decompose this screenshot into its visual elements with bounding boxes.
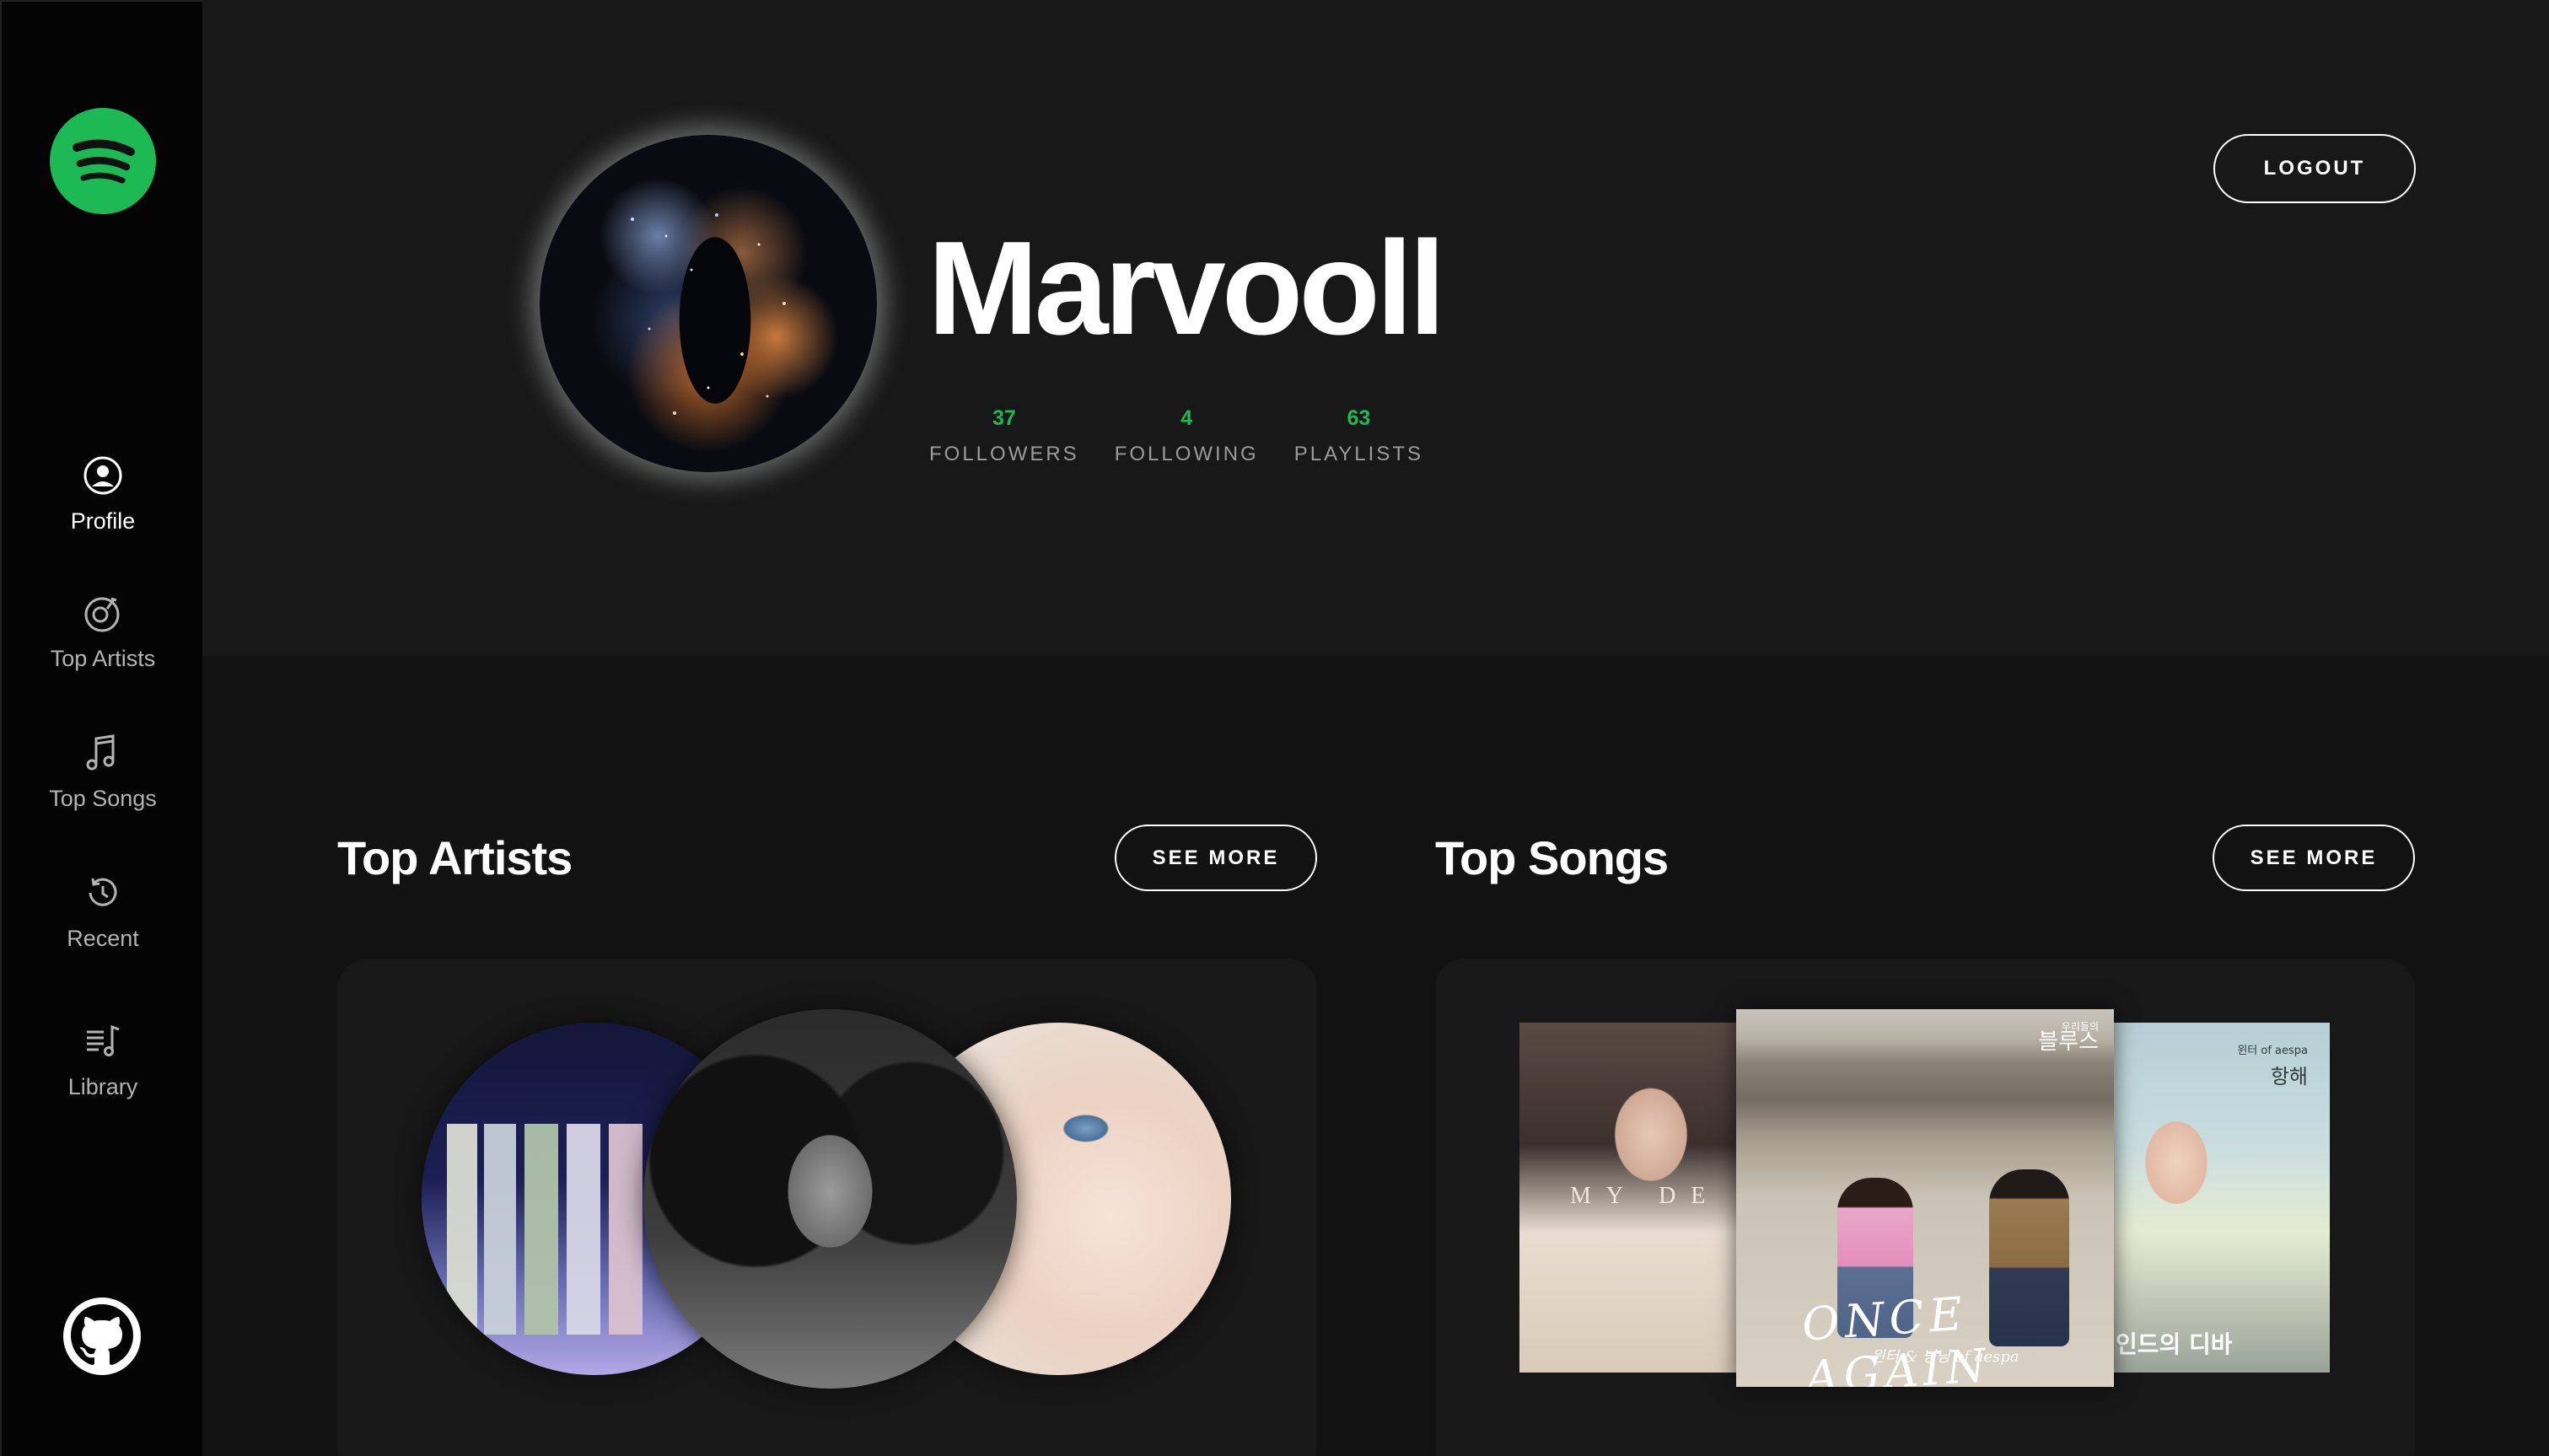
stat-playlists: 63 PLAYLISTS (1294, 406, 1423, 466)
sidebar-item-top-songs[interactable]: Top Songs (2, 732, 204, 812)
sidebar-item-label: Library (67, 1074, 138, 1099)
logout-button[interactable]: LOGOUT (2213, 134, 2416, 203)
profile-display-name: Marvooll (928, 214, 1446, 363)
sidebar-item-recent[interactable]: Recent (2, 872, 204, 952)
cover-header: 블루스 (2038, 1029, 2099, 1055)
app-root: Profile Top Artists Top Songs Recent Lib… (0, 0, 2549, 1456)
stat-value: 4 (1180, 406, 1193, 430)
music-note-icon (82, 732, 124, 774)
sidebar-item-library[interactable]: Library (2, 1020, 204, 1100)
microphone-icon (82, 592, 124, 634)
cover-subtitle: 윈터 & 닝닝 of aespa (1871, 1348, 2019, 1366)
artist-group-figures (447, 1124, 666, 1335)
history-icon (82, 872, 124, 914)
stat-following: 4 FOLLOWING (1115, 406, 1259, 466)
stat-label: PLAYLISTS (1293, 443, 1423, 465)
sidebar-item-top-artists[interactable]: Top Artists (2, 592, 204, 672)
cover-bottom-text: 인드의 디바 (2116, 1330, 2233, 1358)
sidebar-item-profile[interactable]: Profile (2, 454, 204, 535)
sidebar: Profile Top Artists Top Songs Recent Lib… (0, 0, 202, 1456)
song-cover[interactable]: 윈터 of aespa 항해 인드의 디바 (2111, 1023, 2330, 1373)
profile-header: Marvooll 37 FOLLOWERS 4 FOLLOWING 63 PLA… (202, 0, 2549, 656)
song-cover[interactable]: 우리들의 블루스 ONCE AGAIN 윈터 & 닝닝 of aespa (1736, 1009, 2114, 1387)
cover-tag: 윈터 of aespa (2237, 1045, 2308, 1057)
cover-tag-title: 항해 (2270, 1065, 2308, 1088)
library-icon (82, 1020, 124, 1062)
sidebar-item-label: Top Artists (50, 646, 156, 671)
top-artists-title: Top Artists (337, 831, 573, 884)
top-songs-title: Top Songs (1435, 831, 1669, 884)
top-songs-see-more-button[interactable]: SEE MORE (2213, 825, 2415, 891)
stat-value: 63 (1347, 406, 1371, 430)
top-artists-see-more-button[interactable]: SEE MORE (1115, 825, 1317, 891)
stat-value: 37 (992, 406, 1016, 430)
song-cover[interactable]: MY DE (1519, 1023, 1739, 1373)
stat-label: FOLLOWERS (929, 443, 1079, 465)
stat-followers: 37 FOLLOWERS (929, 406, 1079, 466)
avatar (540, 135, 877, 472)
user-circle-icon (82, 454, 124, 497)
profile-stats: 37 FOLLOWERS 4 FOLLOWING 63 PLAYLISTS (929, 406, 1423, 466)
stat-label: FOLLOWING (1114, 443, 1259, 465)
sidebar-item-label: Profile (70, 508, 136, 534)
cover-text: MY DE (1570, 1183, 1721, 1209)
spotify-logo-icon[interactable] (50, 108, 156, 214)
sidebar-item-label: Top Songs (49, 786, 157, 811)
artist-image[interactable] (643, 1009, 1017, 1389)
sidebar-item-label: Recent (67, 926, 139, 951)
github-icon[interactable] (63, 1298, 141, 1375)
